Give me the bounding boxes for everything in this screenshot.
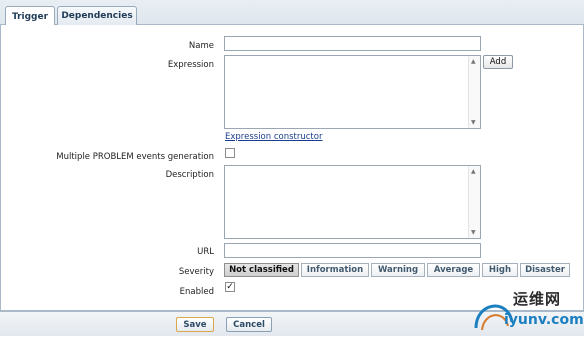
expression-scrollbar[interactable]: ▲ ▼ bbox=[468, 56, 480, 128]
scroll-down-icon[interactable]: ▼ bbox=[471, 119, 476, 126]
severity-disaster[interactable]: Disaster bbox=[520, 263, 570, 277]
multiple-events-checkbox[interactable] bbox=[225, 148, 235, 158]
url-input[interactable] bbox=[224, 243, 481, 258]
expression-label: Expression bbox=[167, 60, 214, 70]
enabled-label: Enabled bbox=[179, 287, 214, 297]
description-textarea[interactable]: ▲ ▼ bbox=[224, 165, 481, 239]
name-input[interactable] bbox=[224, 36, 481, 51]
severity-high[interactable]: High bbox=[482, 263, 518, 277]
description-label: Description bbox=[165, 170, 214, 180]
severity-warning[interactable]: Warning bbox=[371, 263, 425, 277]
severity-not-classified[interactable]: Not classified bbox=[224, 263, 299, 277]
scroll-up-icon[interactable]: ▲ bbox=[471, 58, 476, 65]
multiple-events-label: Multiple PROBLEM events generation bbox=[56, 152, 214, 162]
expression-textarea[interactable]: ▲ ▼ bbox=[224, 55, 481, 129]
name-label: Name bbox=[188, 41, 214, 51]
watermark-logo: 运维网 iyunv.com bbox=[468, 282, 584, 336]
watermark-cn-text: 运维网 bbox=[513, 290, 562, 308]
tab-bar: Trigger Dependencies bbox=[0, 0, 584, 26]
save-button[interactable]: Save bbox=[176, 317, 214, 332]
severity-selector: Not classified Information Warning Avera… bbox=[224, 263, 572, 277]
severity-average[interactable]: Average bbox=[427, 263, 480, 277]
scroll-down-icon[interactable]: ▼ bbox=[471, 229, 476, 236]
add-expression-button[interactable]: Add bbox=[483, 55, 513, 69]
cancel-button[interactable]: Cancel bbox=[226, 317, 272, 332]
enabled-checkbox[interactable]: ✓ bbox=[225, 282, 235, 292]
tab-trigger[interactable]: Trigger bbox=[5, 6, 55, 26]
tab-dependencies[interactable]: Dependencies bbox=[57, 6, 137, 25]
severity-label: Severity bbox=[178, 267, 214, 277]
severity-information[interactable]: Information bbox=[301, 263, 369, 277]
url-label: URL bbox=[197, 247, 214, 257]
scroll-up-icon[interactable]: ▲ bbox=[471, 168, 476, 175]
expression-constructor-link[interactable]: Expression constructor bbox=[225, 132, 322, 142]
description-scrollbar[interactable]: ▲ ▼ bbox=[468, 166, 480, 238]
watermark-en-text: iyunv.com bbox=[504, 312, 584, 328]
checkmark-icon: ✓ bbox=[226, 282, 234, 292]
